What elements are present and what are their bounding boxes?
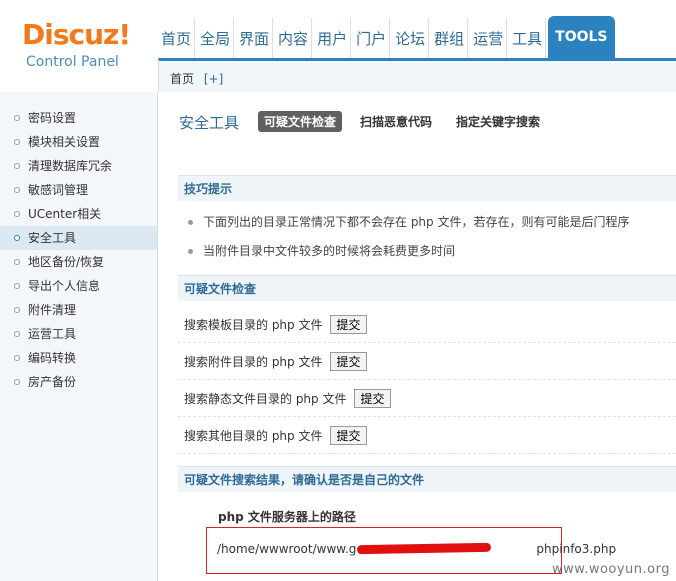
nav-content[interactable]: 内容 (275, 18, 313, 58)
tab-scan-malicious-code[interactable]: 扫描恶意代码 (354, 111, 438, 132)
watermark: www.wooyun.org (551, 562, 670, 577)
main-content: 安全工具 可疑文件检查 扫描恶意代码 指定关键字搜索 技巧提示 下面列出的目录正… (168, 92, 676, 581)
sidebar-item-label: 模块相关设置 (28, 135, 101, 149)
scan-row-templates: 搜索模板目录的 php 文件 提交 (178, 306, 676, 343)
tip-text: 下面列出的目录正常情况下都不会存在 php 文件，若存在，则有可能是后门程序 (203, 215, 630, 229)
page-title: 安全工具 (179, 114, 240, 132)
sidebar-item-attachment-cleanup[interactable]: 附件清理 (0, 298, 157, 322)
nav-portal[interactable]: 门户 (353, 18, 391, 58)
bullet-icon (14, 283, 20, 289)
sidebar-item-ops-tools[interactable]: 运营工具 (0, 322, 157, 346)
nav-interface[interactable]: 界面 (236, 18, 274, 58)
tips-header: 技巧提示 (178, 175, 676, 201)
scan-row-static: 搜索静态文件目录的 php 文件 提交 (178, 380, 676, 417)
logo-subtitle: Control Panel (26, 54, 119, 70)
nav-tools-tab[interactable]: TOOLS (548, 16, 615, 58)
sidebar-item-label: 清理数据库冗余 (28, 159, 113, 173)
nav-tools[interactable]: 工具 (509, 18, 547, 58)
sidebar-item-label: UCenter相关 (28, 207, 102, 221)
sidebar-item-sensitive-words[interactable]: 敏感词管理 (0, 178, 157, 202)
bullet-icon (14, 331, 20, 337)
top-navigation: 首页 全局 界面 内容 用户 门户 论坛 群组 运营 工具 TOOLS (158, 16, 617, 58)
breadcrumb: 首页 [+] (170, 70, 223, 87)
sidebar-item-region-backup[interactable]: 地区备份/恢复 (0, 250, 157, 274)
sidebar-item-label: 密码设置 (28, 111, 77, 125)
scan-label: 搜索静态文件目录的 php 文件 (184, 391, 347, 406)
sidebar-item-label: 房产备份 (28, 375, 77, 389)
sidebar-item-label: 运营工具 (28, 327, 77, 341)
result-column-header: php 文件服务器上的路径 (218, 510, 356, 524)
result-highlight-box: /home/wwwroot/www.g phpinfo3.php (206, 527, 616, 574)
scan-label: 搜索其他目录的 php 文件 (184, 428, 323, 443)
bullet-icon (14, 211, 20, 217)
bullet-icon (14, 139, 20, 145)
bullet-icon (14, 115, 20, 121)
result-header: 可疑文件搜索结果，请确认是否是自己的文件 (178, 466, 676, 492)
nav-users[interactable]: 用户 (314, 18, 352, 58)
bullet-icon (14, 235, 20, 241)
sidebar-item-password[interactable]: 密码设置 (0, 106, 157, 130)
bullet-icon (14, 379, 20, 385)
submit-button[interactable]: 提交 (330, 425, 367, 445)
tool-tabs: 可疑文件检查 扫描恶意代码 指定关键字搜索 (258, 111, 558, 132)
breadcrumb-home[interactable]: 首页 (170, 72, 194, 86)
sidebar-item-export-personal[interactable]: 导出个人信息 (0, 274, 157, 298)
tab-suspicious-files[interactable]: 可疑文件检查 (258, 111, 343, 132)
sidebar-item-security-tools[interactable]: 安全工具 (0, 226, 157, 250)
bullet-icon (14, 163, 20, 169)
sidebar-item-label: 地区备份/恢复 (28, 255, 105, 269)
sidebar-item-label: 编码转换 (28, 351, 77, 365)
sidebar: 密码设置 模块相关设置 清理数据库冗余 敏感词管理 UCenter相关 安全工具… (0, 92, 158, 581)
sidebar-item-label: 安全工具 (28, 231, 77, 245)
logo[interactable]: Discuz! Control Panel (0, 0, 158, 92)
sidebar-item-label: 附件清理 (28, 303, 77, 317)
bullet-icon (14, 259, 20, 265)
sidebar-item-modules[interactable]: 模块相关设置 (0, 130, 157, 154)
logo-text: Discuz! (22, 18, 131, 51)
scan-label: 搜索附件目录的 php 文件 (184, 354, 323, 369)
tab-keyword-search[interactable]: 指定关键字搜索 (450, 111, 546, 132)
breadcrumb-bar: 首页 [+] (158, 58, 676, 92)
sidebar-item-encoding[interactable]: 编码转换 (0, 346, 157, 370)
bullet-icon (14, 307, 20, 313)
bullet-icon (188, 220, 193, 225)
submit-button[interactable]: 提交 (330, 351, 367, 371)
bullet-icon (188, 249, 193, 254)
tip-text: 当附件目录中文件较多的时候将会耗费更多时间 (203, 244, 456, 258)
sidebar-item-house-backup[interactable]: 房产备份 (0, 370, 157, 394)
scan-label: 搜索模板目录的 php 文件 (184, 317, 323, 332)
breadcrumb-add-shortcut[interactable]: [+] (204, 72, 223, 86)
sidebar-item-label: 导出个人信息 (28, 279, 101, 293)
tip-item: 下面列出的目录正常情况下都不会存在 php 文件，若存在，则有可能是后门程序 (188, 213, 629, 230)
submit-button[interactable]: 提交 (354, 388, 391, 408)
nav-global[interactable]: 全局 (197, 18, 235, 58)
sidebar-item-db-cleanup[interactable]: 清理数据库冗余 (0, 154, 157, 178)
tip-item: 当附件目录中文件较多的时候将会耗费更多时间 (188, 242, 455, 259)
nav-home[interactable]: 首页 (158, 18, 196, 58)
bullet-icon (14, 187, 20, 193)
nav-groups[interactable]: 群组 (431, 18, 469, 58)
scan-row-other: 搜索其他目录的 php 文件 提交 (178, 417, 676, 454)
scan-header: 可疑文件检查 (178, 275, 676, 301)
bullet-icon (14, 355, 20, 361)
nav-forum[interactable]: 论坛 (392, 18, 430, 58)
sidebar-item-label: 敏感词管理 (28, 183, 89, 197)
submit-button[interactable]: 提交 (330, 314, 367, 334)
scan-row-attachments: 搜索附件目录的 php 文件 提交 (178, 343, 676, 380)
nav-operations[interactable]: 运营 (470, 18, 508, 58)
sidebar-item-ucenter[interactable]: UCenter相关 (0, 202, 157, 226)
header: Discuz! Control Panel 首页 全局 界面 内容 用户 门户 … (0, 0, 676, 92)
